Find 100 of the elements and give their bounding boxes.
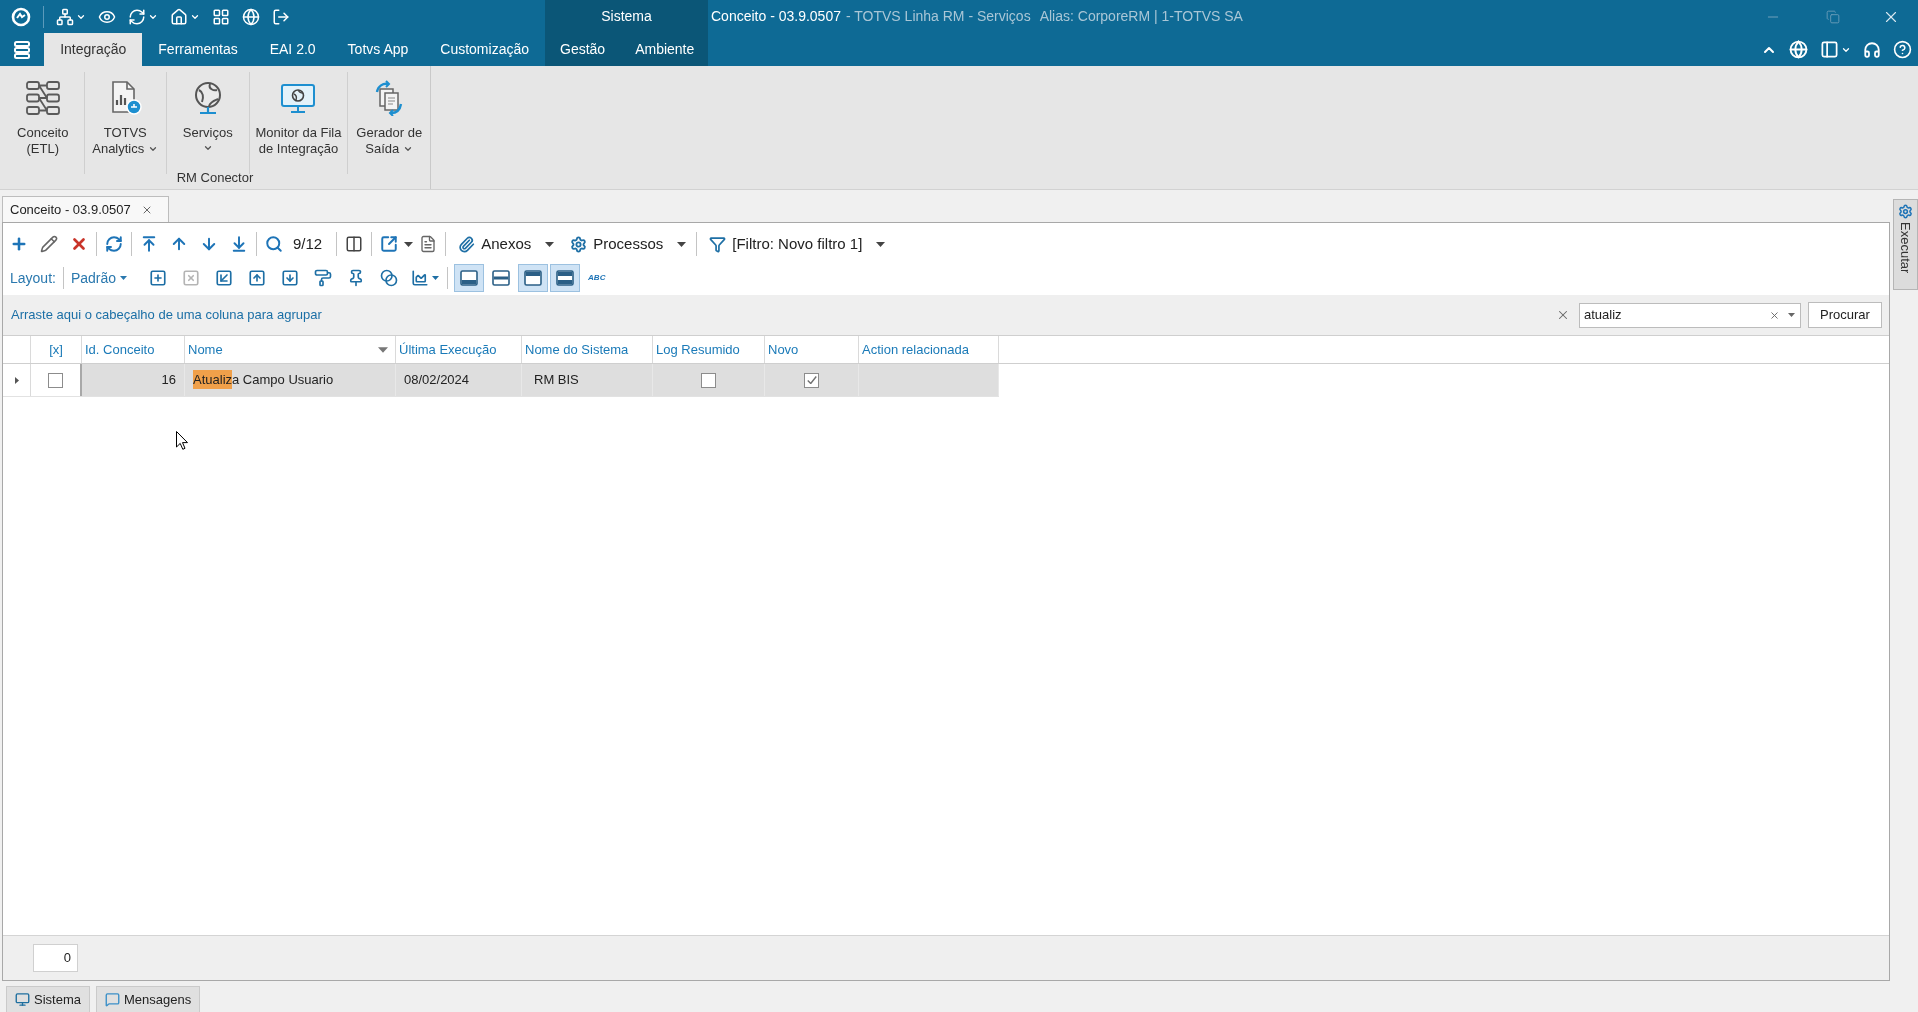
columns-icon[interactable] (345, 235, 364, 253)
ribbon-tab[interactable]: Ambiente (620, 33, 710, 66)
ribbon-button[interactable]: Monitor da Fila de Integração (249, 80, 348, 166)
caret-down-icon[interactable] (545, 241, 555, 247)
ribbon-button[interactable]: Gerador de Saída (348, 80, 430, 166)
filter-button[interactable]: [Filtro: Novo filtro 1] (709, 232, 886, 256)
last-record-icon[interactable] (230, 235, 248, 253)
split-rows-icon (492, 270, 511, 286)
search-field[interactable]: atualiz (1579, 302, 1801, 328)
refresh-icon[interactable] (105, 235, 123, 253)
attachments-button[interactable]: Anexos (458, 232, 555, 256)
bottom-tab[interactable]: Sistema (6, 986, 90, 1012)
search-icon[interactable] (265, 235, 283, 253)
paperclip-icon (458, 235, 476, 253)
column-header[interactable]: Action relacionada (859, 336, 999, 363)
ribbon-button[interactable]: Serviços (167, 80, 249, 166)
add-layout-icon[interactable] (148, 269, 167, 287)
globe-icon[interactable] (1789, 40, 1808, 59)
view-toggle-button[interactable] (454, 264, 485, 292)
filter-icon (709, 235, 727, 253)
ribbon-tab[interactable]: Ferramentas (142, 33, 254, 66)
column-header[interactable]: Log Resumido (653, 336, 765, 363)
column-header[interactable]: Nome (185, 336, 396, 363)
caret-down-icon[interactable] (1788, 313, 1795, 317)
row-indicator-icon (14, 376, 19, 384)
alias-label: Alias: CorporeRM | 1-TOTVS SA (1039, 7, 1243, 26)
add-icon[interactable] (10, 235, 28, 253)
ribbon-button[interactable]: TOTVS Analytics (84, 80, 166, 166)
delete-icon[interactable] (70, 235, 88, 253)
side-panel-tab[interactable]: Executar (1893, 199, 1918, 290)
globe-icon[interactable] (242, 7, 260, 26)
shapes-icon[interactable] (379, 269, 398, 287)
window-title: - TOTVS Linha RM - Serviços (846, 7, 1031, 26)
column-header[interactable]: [x] (31, 336, 82, 363)
ribbon-button[interactable]: Conceito (ETL) (2, 80, 84, 166)
refresh-icon[interactable] (128, 7, 146, 26)
headset-icon[interactable] (1863, 40, 1881, 59)
record-counter: 9/12 (293, 233, 323, 254)
document-tab[interactable]: Conceito - 03.9.0507 (2, 196, 169, 222)
checkbox[interactable] (701, 372, 716, 388)
double-bar-icon (556, 270, 575, 286)
ribbon-tab[interactable]: Totvs App (331, 33, 425, 66)
top-bar-layout-icon (524, 270, 543, 286)
return-icon[interactable] (214, 269, 233, 287)
clear-search-icon[interactable] (1556, 308, 1570, 322)
next-record-icon[interactable] (200, 235, 218, 253)
view-toggle-button[interactable] (550, 264, 581, 292)
caret-down-icon[interactable] (120, 276, 128, 280)
document-icon[interactable] (419, 235, 438, 253)
ribbon-tab[interactable]: Integração (44, 33, 143, 66)
ribbon-group-label: RM Conector (176, 168, 254, 187)
upload-icon[interactable] (247, 269, 266, 287)
column-header[interactable]: Novo (765, 336, 859, 363)
help-icon[interactable] (1893, 40, 1912, 59)
menu-icon[interactable] (14, 40, 31, 59)
edit-icon[interactable] (40, 235, 58, 253)
column-header[interactable]: Id. Conceito (82, 336, 185, 363)
caret-down-icon[interactable] (677, 241, 687, 247)
bottom-tab[interactable]: Mensagens (95, 986, 201, 1012)
download-icon[interactable] (280, 269, 299, 287)
paint-roller-icon[interactable] (313, 269, 332, 287)
chevron-down-icon[interactable] (202, 143, 213, 153)
ribbon-tab[interactable]: Customização (424, 33, 545, 66)
ribbon-tab[interactable]: Gestão (545, 33, 621, 66)
chevron-down-icon[interactable] (148, 144, 159, 154)
monitor-icon (15, 992, 30, 1007)
processes-button[interactable]: Processos (570, 232, 687, 256)
panel-layout-icon[interactable] (1820, 40, 1839, 59)
network-icon[interactable] (56, 7, 74, 26)
grid-icon[interactable] (212, 7, 230, 26)
export-icon[interactable] (380, 235, 399, 253)
area-chart-icon[interactable] (411, 269, 430, 287)
home-icon[interactable] (170, 7, 188, 26)
layout-dropdown[interactable]: Padrão (70, 267, 128, 289)
exit-icon[interactable] (272, 7, 290, 26)
filter-dropdown-icon[interactable] (378, 346, 388, 353)
chevron-down-icon[interactable] (403, 144, 414, 154)
column-header[interactable]: Nome do Sistema (522, 336, 653, 363)
checkbox[interactable] (804, 372, 819, 388)
view-toggle-button[interactable] (518, 264, 549, 292)
checkbox[interactable] (48, 372, 63, 388)
search-button[interactable]: Procurar (1808, 302, 1882, 328)
caret-down-icon[interactable] (432, 276, 440, 280)
ribbon-tab[interactable]: EAI 2.0 (253, 33, 332, 66)
bottom-bar-layout-icon (460, 270, 479, 286)
caret-down-icon[interactable] (876, 241, 886, 247)
message-icon (104, 992, 120, 1007)
first-record-icon[interactable] (140, 235, 158, 253)
spelling-button[interactable]: ABC (588, 272, 606, 284)
clear-icon[interactable] (1769, 309, 1780, 321)
count-field: 0 (33, 944, 78, 972)
layout-label: Layout: (10, 268, 56, 288)
app-logo-icon[interactable] (11, 6, 31, 27)
caret-down-icon[interactable] (404, 241, 414, 247)
gear-icon (570, 235, 588, 253)
column-header[interactable]: Última Execução (396, 336, 522, 363)
document-title: Conceito - 03.9.0507 (711, 7, 841, 26)
gear-icon (1898, 204, 1913, 219)
previous-record-icon[interactable] (170, 235, 188, 253)
context-group-label: Sistema (601, 7, 652, 26)
